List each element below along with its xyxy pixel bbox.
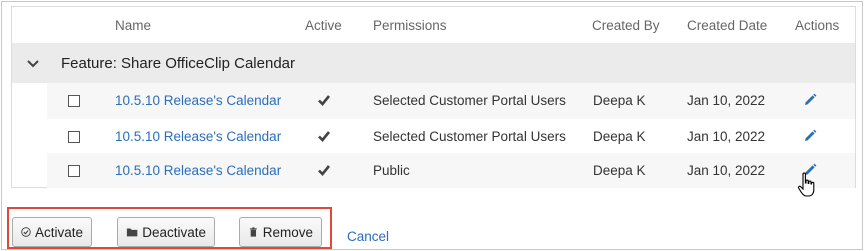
remove-button[interactable]: Remove <box>239 217 322 247</box>
cancel-link[interactable]: Cancel <box>347 229 389 244</box>
created-date-cell: Jan 10, 2022 <box>687 163 766 178</box>
table-row: 10.5.10 Release's Calendar Public Deepa … <box>47 153 855 188</box>
created-by-cell: Deepa K <box>593 93 646 108</box>
created-date-cell: Jan 10, 2022 <box>687 93 766 108</box>
check-circle-icon <box>21 227 31 237</box>
created-date-cell: Jan 10, 2022 <box>687 129 766 144</box>
permissions-cell: Selected Customer Portal Users <box>373 129 566 144</box>
table-row: 10.5.10 Release's Calendar Selected Cust… <box>47 119 855 155</box>
calendar-name-link[interactable]: 10.5.10 Release's Calendar <box>115 163 281 178</box>
deactivate-label: Deactivate <box>142 224 206 240</box>
activate-button[interactable]: Activate <box>12 217 92 247</box>
table-row: 10.5.10 Release's Calendar Selected Cust… <box>47 83 855 119</box>
calendar-name-link[interactable]: 10.5.10 Release's Calendar <box>115 129 281 144</box>
column-header-actions: Actions <box>795 18 840 33</box>
permissions-cell: Public <box>373 163 410 178</box>
deactivate-button[interactable]: Deactivate <box>117 217 215 247</box>
checkmark-icon <box>318 165 331 176</box>
column-header-permissions[interactable]: Permissions <box>373 18 447 33</box>
pencil-icon[interactable] <box>802 92 818 108</box>
pencil-icon[interactable] <box>802 128 818 144</box>
chevron-down-icon[interactable] <box>25 55 41 71</box>
row-checkbox[interactable] <box>68 95 80 107</box>
trash-icon <box>249 227 257 237</box>
permissions-cell: Selected Customer Portal Users <box>373 93 566 108</box>
row-checkbox[interactable] <box>68 131 80 143</box>
calendar-name-link[interactable]: 10.5.10 Release's Calendar <box>115 93 281 108</box>
created-by-cell: Deepa K <box>593 129 646 144</box>
column-header-created-by[interactable]: Created By <box>592 18 660 33</box>
folder-icon <box>126 228 138 237</box>
activate-label: Activate <box>34 224 83 240</box>
column-header-name[interactable]: Name <box>115 18 151 33</box>
row-checkbox[interactable] <box>68 165 80 177</box>
created-by-cell: Deepa K <box>593 163 646 178</box>
grid-header: Name Active Permissions Created By Creat… <box>12 7 855 43</box>
hand-pointer-icon <box>797 172 815 197</box>
calendar-grid: Name Active Permissions Created By Creat… <box>11 6 856 188</box>
checkmark-icon <box>318 131 331 142</box>
column-header-created-date[interactable]: Created Date <box>687 18 767 33</box>
group-row: Feature: Share OfficeClip Calendar <box>12 43 855 83</box>
bulk-actions-group: Activate Deactivate Remove <box>7 207 332 249</box>
remove-label: Remove <box>262 224 313 240</box>
page-frame: Name Active Permissions Created By Creat… <box>1 1 863 250</box>
column-header-active[interactable]: Active <box>305 18 342 33</box>
group-label: Feature: Share OfficeClip Calendar <box>61 55 296 72</box>
checkmark-icon <box>318 95 331 106</box>
